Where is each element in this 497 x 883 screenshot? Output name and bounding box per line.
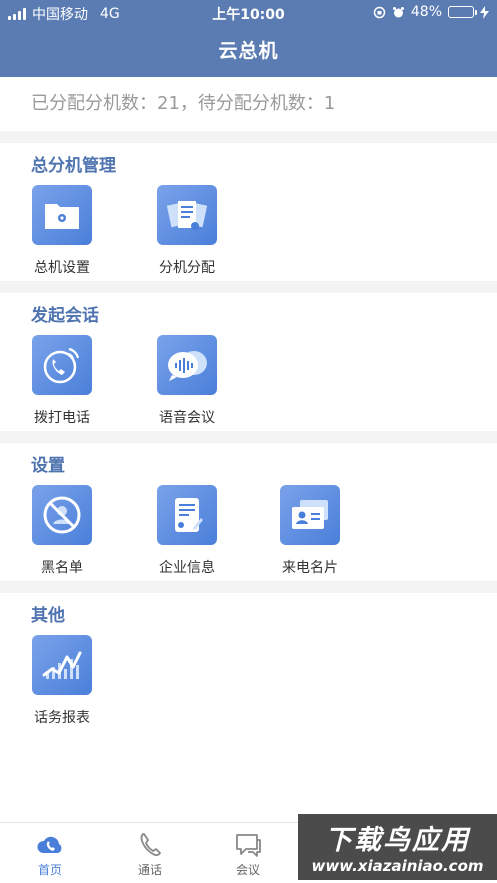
tab-home[interactable]: 首页 [0,823,100,883]
page-title: 云总机 [218,40,279,62]
voice-chat-icon [157,335,217,395]
tile-extension-assignment[interactable]: 分机分配 [137,185,237,277]
tile-label: 拨打电话 [34,410,90,426]
blocked-user-icon [32,485,92,545]
tile-label: 来电名片 [282,560,338,576]
section-extension-management: 总分机管理 总机设置 分机分配 [0,143,497,281]
watermark: 下载鸟应用 www.xiazainiao.com [298,814,497,880]
tile-traffic-report[interactable]: 话务报表 [12,635,112,727]
tile-label: 企业信息 [159,560,215,576]
watermark-url: www.xiazainiao.com [311,857,484,875]
tile-blacklist[interactable]: 黑名单 [12,485,112,577]
battery-percent: 48% [410,4,442,20]
tab-label: 首页 [37,863,62,877]
watermark-title: 下载鸟应用 [325,825,470,856]
tile-caller-card[interactable]: 来电名片 [260,485,360,577]
chat-icon [234,831,262,859]
scroll-document-icon [157,485,217,545]
orientation-lock-icon [373,6,386,18]
tab-calls[interactable]: 通话 [100,823,200,883]
navigation-bar: 云总机 [0,26,497,77]
contact-card-icon [280,485,340,545]
folder-gear-icon [32,185,92,245]
line-chart-icon [32,635,92,695]
section-start-session: 发起会话 拨打电话 语音会议 [0,293,497,431]
section-settings: 设置 黑名单 企业信息 来电名片 [0,443,497,581]
extension-summary: 已分配分机数：21，待分配分机数：1 [0,77,497,131]
section-title: 发起会话 [31,306,99,326]
phone-icon [136,831,164,859]
section-title: 其他 [31,606,65,626]
phone-call-icon [32,335,92,395]
cloud-phone-icon [36,831,64,859]
battery-icon [448,6,477,18]
charging-icon [480,5,489,19]
tab-meetings[interactable]: 会议 [198,823,298,883]
tile-label: 黑名单 [41,560,83,576]
tile-switchboard-settings[interactable]: 总机设置 [12,185,112,277]
tile-company-info[interactable]: 企业信息 [137,485,237,577]
tile-voice-conference[interactable]: 语音会议 [137,335,237,427]
section-title: 总分机管理 [31,156,116,176]
section-other: 其他 话务报表 [0,593,497,822]
tile-label: 总机设置 [34,260,90,276]
tile-label: 分机分配 [159,260,215,276]
status-bar: 中国移动 4G 上午10:00 48% [0,0,497,26]
section-title: 设置 [31,456,65,476]
tile-label: 话务报表 [34,710,90,726]
tab-label: 会议 [235,863,260,877]
tab-label: 通话 [137,863,162,877]
documents-icon [157,185,217,245]
tile-make-call[interactable]: 拨打电话 [12,335,112,427]
tile-label: 语音会议 [159,410,215,426]
alarm-icon [392,6,404,17]
status-right: 48% [373,4,489,20]
